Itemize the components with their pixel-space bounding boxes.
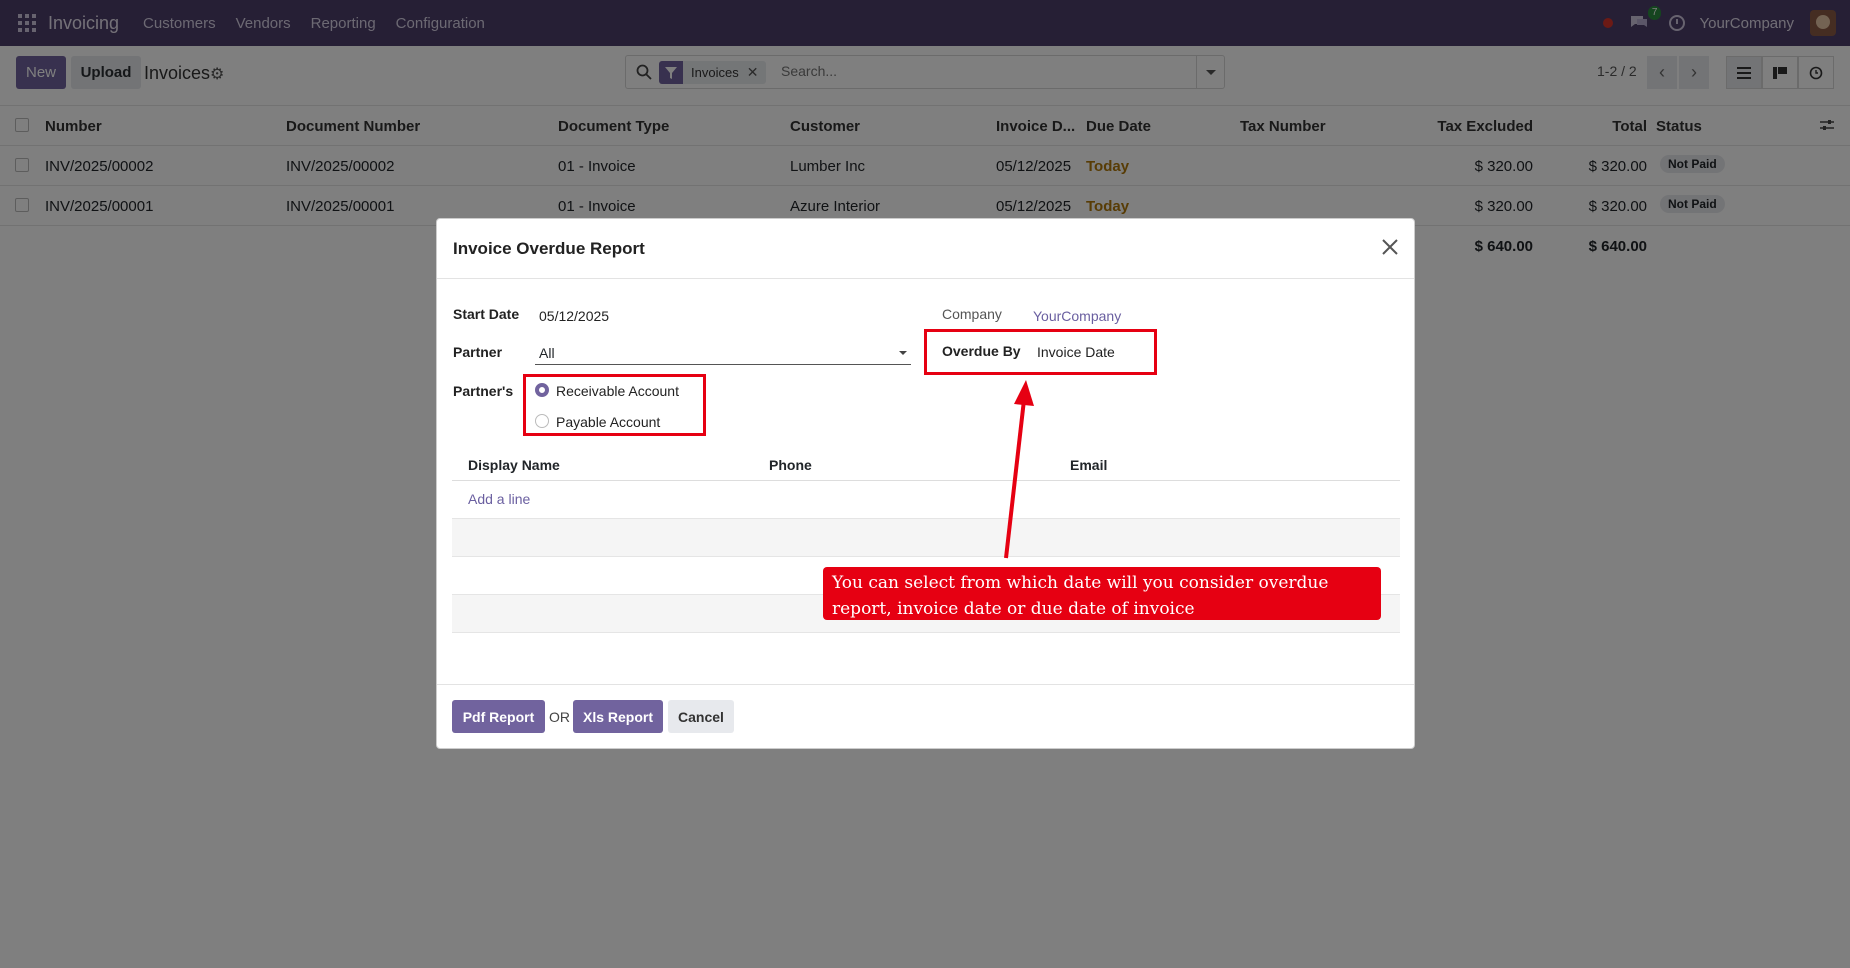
modal-title: Invoice Overdue Report xyxy=(453,239,645,258)
xls-report-button[interactable]: Xls Report xyxy=(573,700,663,733)
add-a-line-link[interactable]: Add a line xyxy=(468,491,530,507)
chevron-down-icon xyxy=(899,351,907,355)
company-field[interactable]: YourCompany xyxy=(1033,308,1121,324)
annotation-callout: You can select from which date will you … xyxy=(823,567,1381,620)
start-date-field[interactable]: 05/12/2025 xyxy=(539,308,609,324)
or-text: OR xyxy=(549,709,570,725)
partner-value: All xyxy=(539,345,555,361)
start-date-label: Start Date xyxy=(453,306,520,322)
invoice-overdue-report-dialog: Invoice Overdue Report Start Date 05/12/… xyxy=(436,218,1415,749)
modal-header: Invoice Overdue Report xyxy=(437,219,1414,279)
annotation-highlight-box xyxy=(924,329,1157,375)
lines-header: Display Name Phone Email xyxy=(452,449,1400,481)
col-email: Email xyxy=(1070,457,1108,473)
list-item xyxy=(452,519,1400,557)
col-display-name: Display Name xyxy=(468,457,560,473)
col-phone: Phone xyxy=(769,457,812,473)
pdf-report-button[interactable]: Pdf Report xyxy=(452,700,545,733)
partner-select[interactable]: All xyxy=(535,341,911,365)
add-line-row: Add a line xyxy=(452,481,1400,519)
partner-label: Partner xyxy=(453,344,503,360)
close-icon[interactable] xyxy=(1378,235,1402,259)
cancel-button[interactable]: Cancel xyxy=(668,700,734,733)
annotation-highlight-box xyxy=(523,374,706,436)
modal-footer: Pdf Report OR Xls Report Cancel xyxy=(437,684,1414,750)
company-label: Company xyxy=(942,306,1002,322)
partners-label: Partner's xyxy=(453,383,514,399)
